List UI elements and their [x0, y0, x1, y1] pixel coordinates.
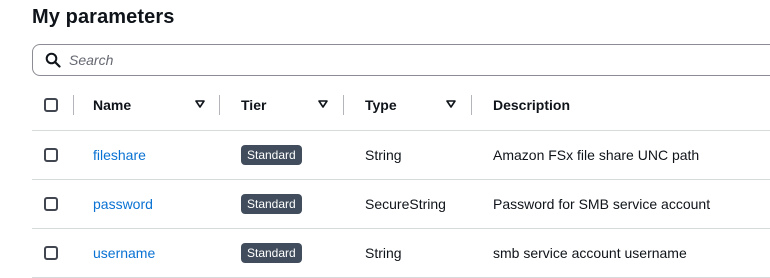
tier-badge: Standard — [241, 145, 302, 165]
column-separator — [73, 95, 74, 115]
parameter-type: String — [365, 245, 402, 261]
column-header-type[interactable]: Type — [365, 80, 397, 130]
select-all-checkbox[interactable] — [44, 98, 58, 112]
search-icon — [45, 52, 61, 68]
column-header-tier[interactable]: Tier — [241, 80, 266, 130]
sort-down-icon[interactable] — [446, 99, 456, 109]
page-title: My parameters — [32, 6, 175, 28]
column-separator[interactable] — [343, 95, 344, 115]
column-separator[interactable] — [219, 95, 220, 115]
tier-badge: Standard — [241, 243, 302, 263]
row-checkbox[interactable] — [44, 246, 58, 260]
tier-badge: Standard — [241, 194, 302, 214]
column-separator[interactable] — [471, 95, 472, 115]
parameter-description: Amazon FSx file share UNC path — [493, 147, 700, 163]
parameters-table: Name Tier Type Description fileshare Sta… — [32, 80, 770, 278]
row-checkbox[interactable] — [44, 197, 58, 211]
sort-down-icon[interactable] — [195, 99, 205, 109]
search-input[interactable] — [69, 52, 469, 68]
table-row[interactable]: password Standard SecureString Password … — [32, 180, 770, 229]
column-header-name[interactable]: Name — [93, 80, 131, 130]
parameter-name-link[interactable]: fileshare — [93, 131, 146, 179]
parameter-type: String — [365, 147, 402, 163]
sort-down-icon[interactable] — [318, 99, 328, 109]
parameter-description: smb service account username — [493, 245, 687, 261]
select-all-cell[interactable] — [44, 80, 58, 130]
row-checkbox[interactable] — [44, 148, 58, 162]
search-box[interactable] — [32, 44, 770, 76]
parameter-description: Password for SMB service account — [493, 196, 711, 212]
parameter-name-link[interactable]: username — [93, 229, 155, 277]
table-row[interactable]: fileshare Standard String Amazon FSx fil… — [32, 131, 770, 180]
parameter-type: SecureString — [365, 196, 446, 212]
column-header-description[interactable]: Description — [493, 80, 570, 130]
table-header-row: Name Tier Type Description — [32, 80, 770, 131]
table-row[interactable]: username Standard String smb service acc… — [32, 229, 770, 278]
parameter-name-link[interactable]: password — [93, 180, 153, 228]
